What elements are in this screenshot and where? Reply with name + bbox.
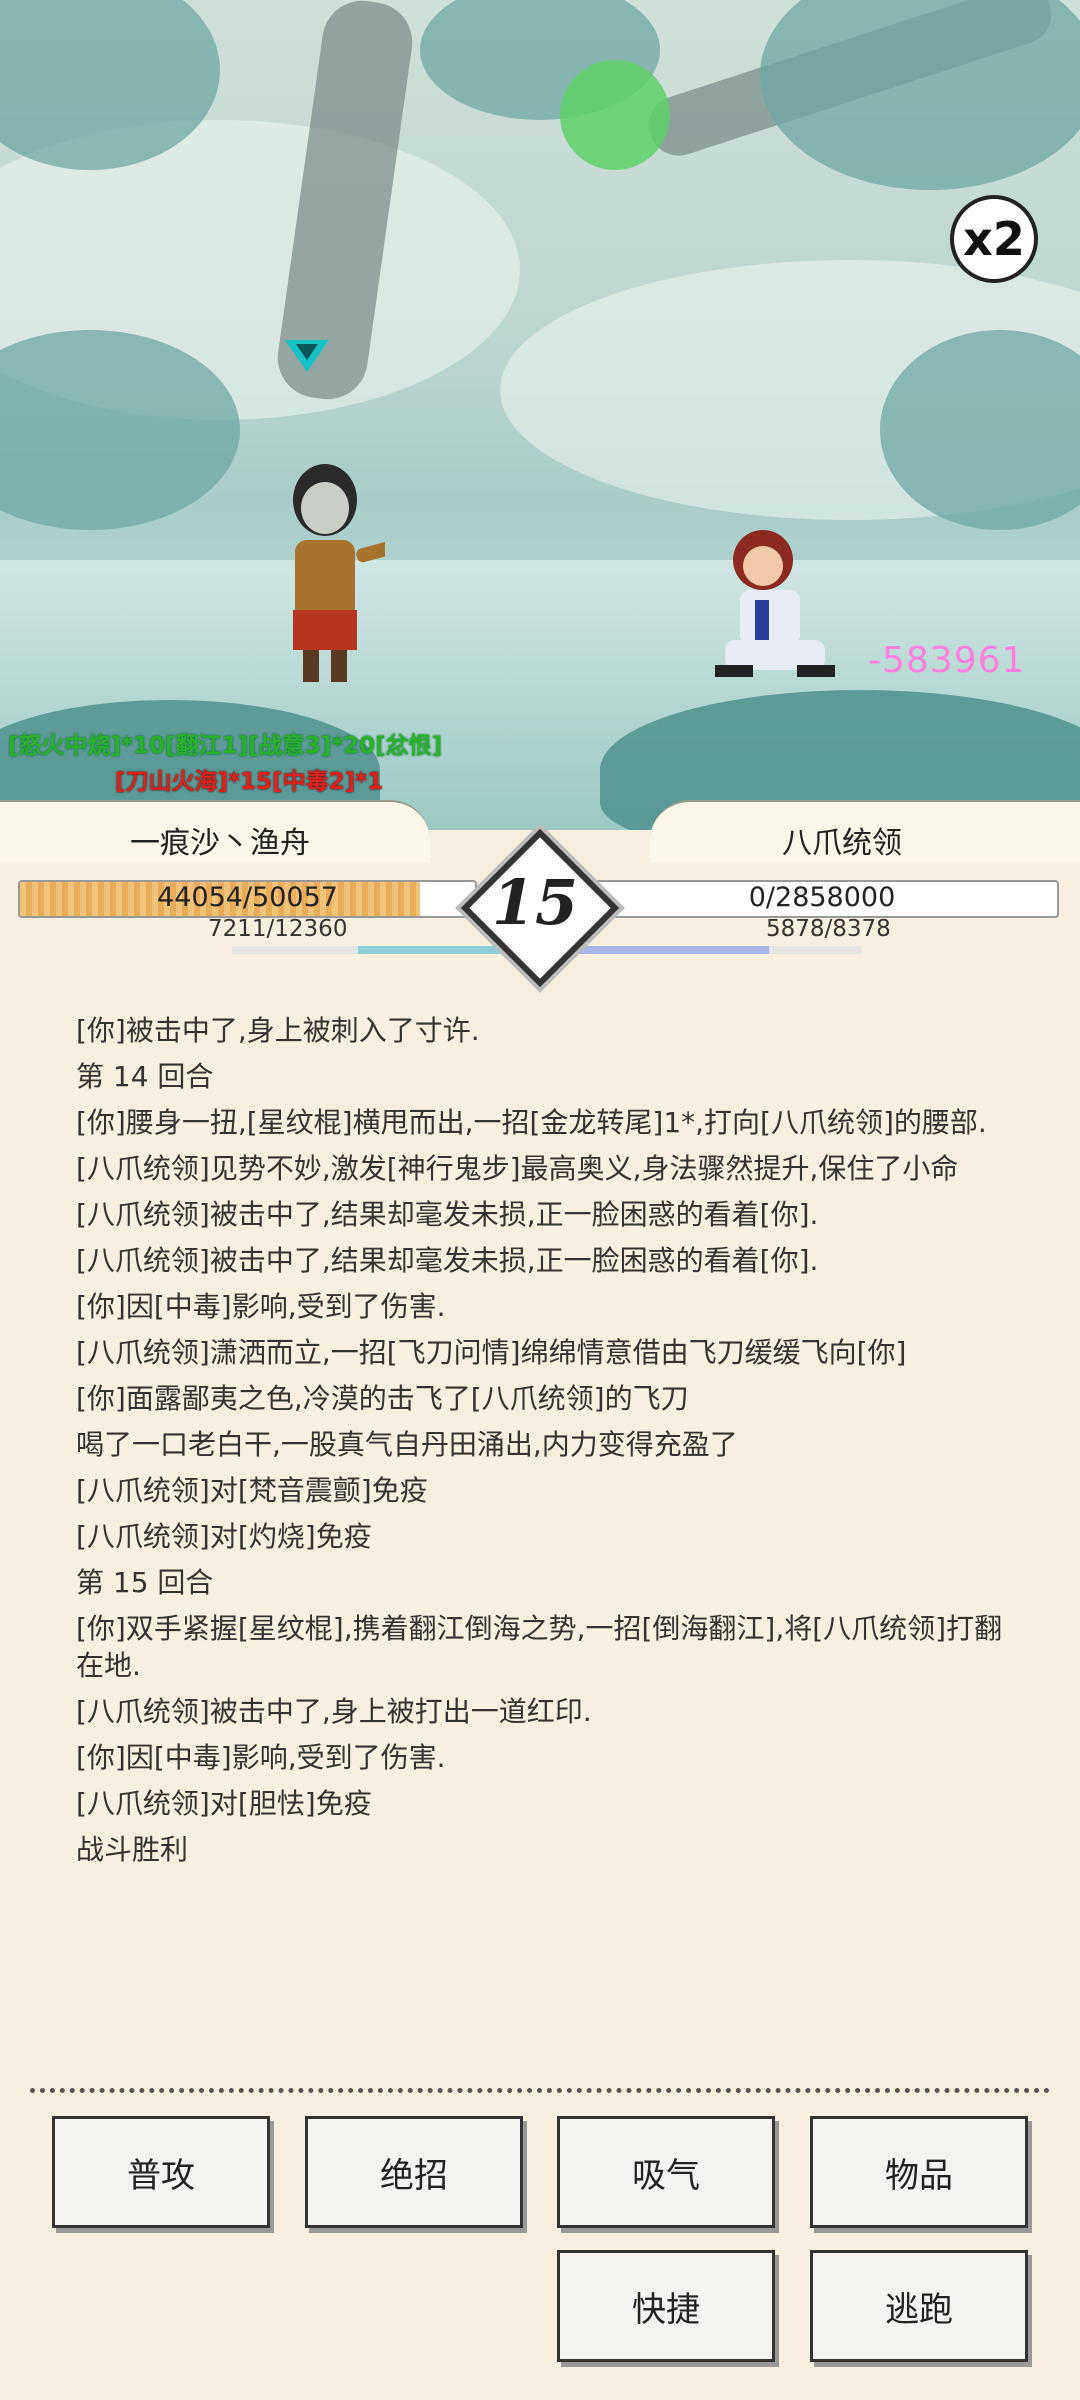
flee-button-label: 逃跑 (885, 2289, 953, 2330)
log-line: [八爪统领]对[灼烧]免疫 (76, 1520, 372, 1553)
quick-button-label: 快捷 (632, 2289, 700, 2330)
items-button-label: 物品 (885, 2155, 953, 2196)
enemy-name: 八爪统领 (782, 826, 902, 861)
tree-foliage (760, 0, 1080, 190)
player-name: 一痕沙丶渔舟 (130, 826, 310, 861)
enemy-character[interactable] (715, 520, 835, 685)
enemy-hp-bar: 0/2858000 (585, 880, 1059, 918)
player-mp-text: 7211/12360 (208, 916, 348, 942)
timer-icon (560, 60, 670, 170)
enemy-hp-text: 0/2858000 (748, 882, 896, 913)
damage-popup: -583961 (868, 640, 1026, 681)
log-line: [你]被击中了,身上被刺入了寸许. (76, 1014, 480, 1047)
log-line: [八爪统领]潇洒而立,一招[飞刀问情]绵绵情意借由飞刀缓缓飞向[你] (76, 1336, 907, 1369)
player-hp-bar: 44054/50057 (18, 880, 477, 918)
log-line: [你]双手紧握[星纹棍],携着翻江倒海之势,一招[倒海翻江],将[八爪统领]打翻… (76, 1612, 1003, 1682)
log-line: [你]面露鄙夷之色,冷漠的击飞了[八爪统领]的飞刀 (76, 1382, 689, 1415)
divider (30, 2088, 1050, 2093)
log-line: [八爪统领]被击中了,结果却毫发未损,正一脸困惑的看着[你]. (76, 1198, 819, 1231)
player-character[interactable] (265, 460, 385, 690)
ultimate-button[interactable]: 绝招 (305, 2116, 523, 2228)
items-button[interactable]: 物品 (810, 2116, 1028, 2228)
log-line: 喝了一口老白干,一股真气自丹田涌出,内力变得充盈了 (76, 1428, 738, 1461)
log-line: 第 15 回合 (76, 1566, 214, 1599)
log-line: [你]因[中毒]影响,受到了伤害. (76, 1741, 446, 1774)
attack-button-label: 普攻 (127, 2155, 195, 2196)
log-line: [八爪统领]被击中了,结果却毫发未损,正一脸困惑的看着[你]. (76, 1244, 819, 1277)
turn-number: 15 (491, 866, 579, 939)
log-line: [八爪统领]见势不妙,激发[神行鬼步]最高奥义,身法骤然提升,保住了小命 (76, 1152, 959, 1185)
breathe-button-label: 吸气 (632, 2155, 700, 2196)
active-target-pointer-icon (285, 340, 329, 372)
log-line: [八爪统领]对[胆怯]免疫 (76, 1787, 372, 1820)
turn-counter: 15 (460, 828, 620, 988)
log-line: [八爪统领]被击中了,身上被打出一道红印. (76, 1695, 592, 1728)
log-line: [八爪统领]对[梵音震颤]免疫 (76, 1474, 428, 1507)
player-status-effects-secondary: [刀山火海]*15[中毒2]*1 (115, 769, 384, 795)
log-line: 战斗胜利 (76, 1833, 189, 1866)
quick-button[interactable]: 快捷 (557, 2250, 775, 2362)
speed-multiplier-button[interactable]: x2 (950, 195, 1038, 283)
battle-log[interactable]: [你]被击中了,身上被刺入了寸许. 第 14 回合 [你]腰身一扭,[星纹棍]横甩而… (76, 1012, 1016, 1932)
ultimate-button-label: 绝招 (380, 2155, 448, 2196)
breathe-button[interactable]: 吸气 (557, 2116, 775, 2228)
flee-button[interactable]: 逃跑 (810, 2250, 1028, 2362)
battle-scene: x2 -583961 [怒火中烧]*10[翻江1][战意3]*20[忿恨] [刀… (0, 0, 1080, 830)
attack-button[interactable]: 普攻 (52, 2116, 270, 2228)
player-status-effects: [怒火中烧]*10[翻江1][战意3]*20[忿恨] (8, 733, 443, 759)
speed-multiplier-label: x2 (963, 212, 1025, 266)
log-line: [你]因[中毒]影响,受到了伤害. (76, 1290, 446, 1323)
log-line: 第 14 回合 (76, 1060, 214, 1093)
player-hp-text: 44054/50057 (157, 882, 338, 913)
enemy-mp-text: 5878/8378 (766, 916, 891, 942)
log-line: [你]腰身一扭,[星纹棍]横甩而出,一招[金龙转尾]1*,打向[八爪统领]的腰部… (76, 1106, 987, 1139)
